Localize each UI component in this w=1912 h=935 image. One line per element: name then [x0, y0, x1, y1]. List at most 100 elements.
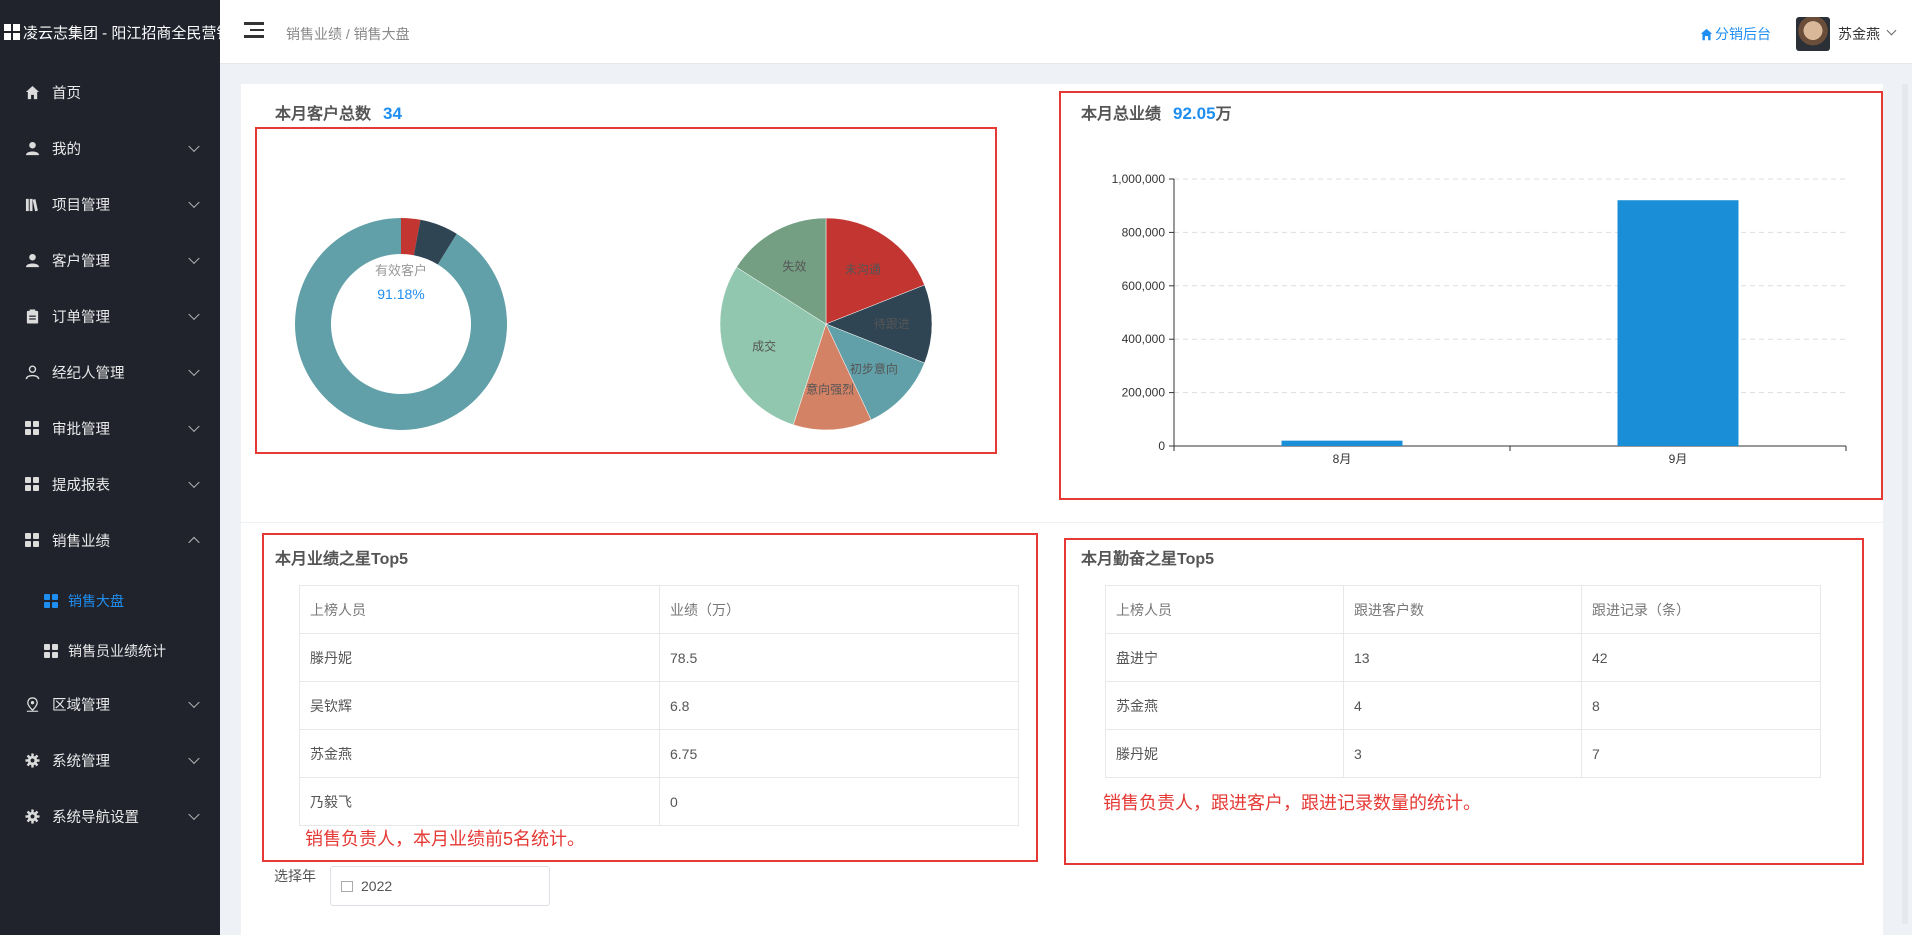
chevron-down-icon [188, 364, 200, 377]
sidebar-item[interactable]: 客户管理 [0, 232, 220, 288]
distribution-link-label: 分销后台 [1715, 26, 1771, 42]
sidebar-item[interactable]: 经纪人管理 [0, 344, 220, 400]
donut-center-label: 有效客户 [374, 263, 427, 278]
cell: 6.75 [659, 729, 1019, 778]
customer-title: 本月客户总数 34 [275, 104, 402, 123]
year-picker[interactable]: 2022 [330, 866, 550, 906]
sidebar-item[interactable]: 项目管理 [0, 176, 220, 232]
bar [1281, 440, 1403, 446]
x-tick-label: 8月 [1333, 452, 1352, 466]
logo-icon [4, 24, 20, 40]
top-sales-table: 上榜人员 业绩（万） 滕丹妮 78.5 吴钦辉 6.8 苏金燕 6.75 乃毅飞 0 [299, 585, 1019, 826]
sidebar-item-label: 系统导航设置 [52, 809, 139, 826]
cell: 0 [659, 777, 1019, 826]
brand-name: 凌云志集团 - 阳江招商全民营销 [23, 24, 220, 42]
y-tick-label: 800,000 [1122, 225, 1166, 239]
sidebar-item[interactable]: 区域管理 [0, 676, 220, 732]
user-icon [24, 252, 40, 268]
cell: 乃毅飞 [299, 777, 660, 826]
table-row: 滕丹妮 78.5 [299, 633, 1019, 682]
customer-total: 34 [383, 104, 402, 123]
sidebar-item[interactable]: 我的 [0, 120, 220, 176]
username[interactable]: 苏金燕 [1838, 24, 1880, 44]
pie-slice [295, 218, 508, 430]
sidebar-item[interactable]: 订单管理 [0, 288, 220, 344]
breadcrumb: 销售业绩 / 销售大盘 [286, 26, 410, 42]
sidebar-item[interactable]: 系统导航设置 [0, 788, 220, 844]
cell: 78.5 [659, 633, 1019, 682]
top-diligent-note: 销售负责人，跟进客户，跟进记录数量的统计。 [1103, 793, 1481, 813]
chevron-down-icon [188, 252, 200, 265]
calendar-icon [341, 880, 353, 892]
y-tick-label: 0 [1158, 439, 1165, 453]
sidebar-item[interactable]: 首页 [0, 64, 220, 120]
sidebar-item-label: 我的 [52, 141, 81, 158]
cell: 滕丹妮 [1105, 729, 1344, 778]
table-row: 滕丹妮 3 7 [1105, 729, 1821, 778]
top-sales-title: 本月业绩之星Top5 [275, 551, 409, 568]
menu-toggle-icon[interactable] [244, 22, 264, 40]
customer-status-pie-chart: 未沟通待跟进初步意向意向强烈 成交 失效 [719, 217, 933, 431]
cell: 盘进宁 [1105, 633, 1344, 682]
sidebar-item-label: 审批管理 [52, 421, 110, 438]
submenu-spacer [0, 568, 220, 576]
cell: 8 [1581, 681, 1821, 730]
performance-unit: 万 [1215, 106, 1232, 123]
top-sales-note: 销售负责人，本月业绩前5名统计。 [305, 829, 586, 849]
chevron-down-icon [188, 308, 200, 321]
col-header: 上榜人员 [1105, 585, 1344, 634]
sidebar-item[interactable]: 审批管理 [0, 400, 220, 456]
col-header: 跟进记录（条） [1581, 585, 1821, 634]
performance-title: 本月总业绩 92.05万 [1081, 104, 1232, 123]
home-icon [1700, 28, 1713, 40]
pie-slice-label: 失效 [782, 258, 806, 273]
chevron-down-icon[interactable] [1886, 25, 1897, 36]
distribution-link[interactable]: 分销后台 [1700, 24, 1771, 44]
grid-icon [44, 644, 58, 658]
sidebar-item-label: 订单管理 [52, 309, 110, 326]
col-header: 业绩（万） [659, 585, 1019, 634]
clipboard-icon [24, 308, 40, 324]
pie-slice-label: 未沟通 [845, 263, 881, 277]
avatar[interactable] [1796, 17, 1830, 51]
cell: 6.8 [659, 681, 1019, 730]
sidebar-item[interactable]: 系统管理 [0, 732, 220, 788]
home-icon [24, 84, 40, 100]
monthly-performance-bar-chart: 0 200,000 400,000 600,000 800,000 1,000,000 8月… [1112, 172, 1847, 466]
grid-icon [44, 594, 58, 608]
pie-slice-label: 成交 [752, 338, 776, 353]
cell: 苏金燕 [1105, 681, 1344, 730]
sidebar-item[interactable]: 销售业绩 [0, 512, 220, 568]
brand: 凌云志集团 - 阳江招商全民营销 [0, 0, 220, 64]
chevron-down-icon [188, 752, 200, 765]
sidebar-item-label: 首页 [52, 85, 81, 102]
grid-icon [24, 532, 40, 548]
chevron-down-icon [188, 140, 200, 153]
table-row: 乃毅飞 0 [299, 777, 1019, 826]
vertical-scrollbar[interactable] [1902, 84, 1908, 924]
customer-donut-chart [295, 218, 508, 430]
pie-slice-label: 意向强烈 [806, 382, 854, 397]
donut-center-value: 91.18% [377, 286, 425, 302]
table-row: 苏金燕 6.75 [299, 729, 1019, 778]
sidebar-item-label: 经纪人管理 [52, 365, 125, 382]
cell: 苏金燕 [299, 729, 660, 778]
sidebar-menu: 首页我的项目管理客户管理订单管理经纪人管理审批管理提成报表销售业绩销售大盘 销售员… [0, 64, 220, 844]
cell: 13 [1343, 633, 1582, 682]
pie-slice-label: 待跟进 [874, 317, 910, 331]
user-icon [24, 140, 40, 156]
sidebar-item-label: 项目管理 [52, 197, 110, 214]
top-diligent-table: 上榜人员 跟进客户数 跟进记录（条） 盘进宁 13 42 苏金燕 4 8 滕丹妮 3 7 [1105, 585, 1821, 778]
top-diligent-panel: 本月勤奋之星Top5 上榜人员 跟进客户数 跟进记录（条） 盘进宁 13 42 苏金… [1061, 522, 1883, 852]
customer-panel: 本月客户总数 34 有效客户 91.18% 未沟通 待跟进 初步意向 意向强烈 成交 失效 [241, 84, 1061, 522]
location-icon [24, 696, 40, 712]
sidebar-item[interactable]: 提成报表 [0, 456, 220, 512]
sidebar-subitem[interactable]: 销售大盘 [0, 576, 220, 626]
sidebar-subitem[interactable]: 销售员业绩统计 [0, 626, 220, 676]
grid-icon [24, 420, 40, 436]
sidebar-item-label: 客户管理 [52, 253, 110, 270]
table-row: 吴钦辉 6.8 [299, 681, 1019, 730]
chevron-down-icon [188, 420, 200, 433]
sidebar: 凌云志集团 - 阳江招商全民营销 首页我的项目管理客户管理订单管理经纪人管理审批… [0, 0, 220, 935]
sidebar-item-label: 销售业绩 [52, 533, 110, 550]
